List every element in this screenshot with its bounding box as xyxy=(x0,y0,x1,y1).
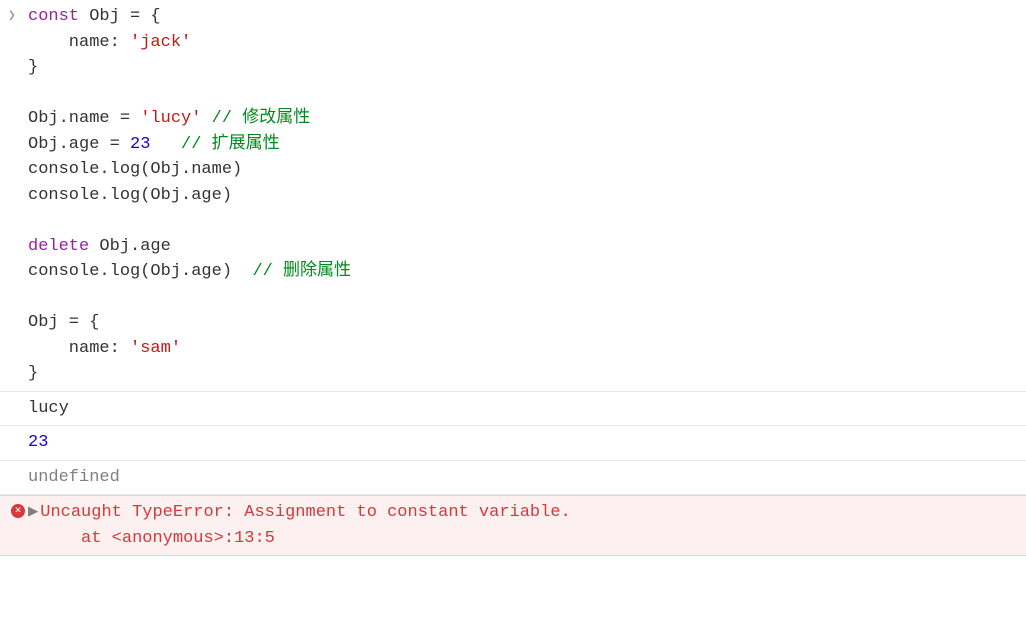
code-token: name: xyxy=(28,33,130,52)
code-token: // 删除属性 xyxy=(252,262,351,281)
console-output-entry: lucy xyxy=(0,392,1026,427)
code-token: console.log(Obj.age) xyxy=(28,186,232,205)
console-output-content: undefined xyxy=(28,463,1022,493)
devtools-console[interactable]: ❯ const Obj = { name: 'jack' } Obj.name … xyxy=(0,0,1026,556)
code-token: } xyxy=(28,364,38,383)
output-gutter xyxy=(8,463,28,493)
console-input-entry[interactable]: ❯ const Obj = { name: 'jack' } Obj.name … xyxy=(0,0,1026,392)
console-error-content: ▶Uncaught TypeError: Assignment to const… xyxy=(28,498,1022,553)
code-token: Obj = { xyxy=(89,7,160,26)
console-output-entry: undefined xyxy=(0,461,1026,496)
code-token: 'sam' xyxy=(130,339,181,358)
code-token: Obj.name = xyxy=(28,109,140,128)
code-token: Obj.age = xyxy=(28,135,130,154)
code-token: 'jack' xyxy=(130,33,191,52)
expand-arrow-icon[interactable]: ▶ xyxy=(28,500,38,551)
console-output-content: lucy xyxy=(28,394,1022,424)
code-token: Obj = { xyxy=(28,313,99,332)
code-token: Obj.age xyxy=(99,237,170,256)
code-token: 'lucy' xyxy=(140,109,201,128)
input-prompt-icon: ❯ xyxy=(8,2,28,389)
code-token: name: xyxy=(28,339,130,358)
output-gutter xyxy=(8,394,28,424)
output-gutter xyxy=(8,428,28,458)
code-token: } xyxy=(28,58,38,77)
code-token: const xyxy=(28,7,89,26)
console-code-content: const Obj = { name: 'jack' } Obj.name = … xyxy=(28,2,1022,389)
code-token: 23 xyxy=(130,135,150,154)
error-icon-gutter: ✕ xyxy=(8,498,28,553)
code-token: delete xyxy=(28,237,99,256)
code-token: console.log(Obj.age) xyxy=(28,262,252,281)
code-token: // 修改属性 xyxy=(201,109,310,128)
code-token: console.log(Obj.name) xyxy=(28,160,242,179)
console-output-content: 23 xyxy=(28,428,1022,458)
console-output-entry: 23 xyxy=(0,426,1026,461)
code-token: // 扩展属性 xyxy=(150,135,279,154)
error-icon: ✕ xyxy=(11,504,25,518)
console-error-entry: ✕ ▶Uncaught TypeError: Assignment to con… xyxy=(0,495,1026,556)
